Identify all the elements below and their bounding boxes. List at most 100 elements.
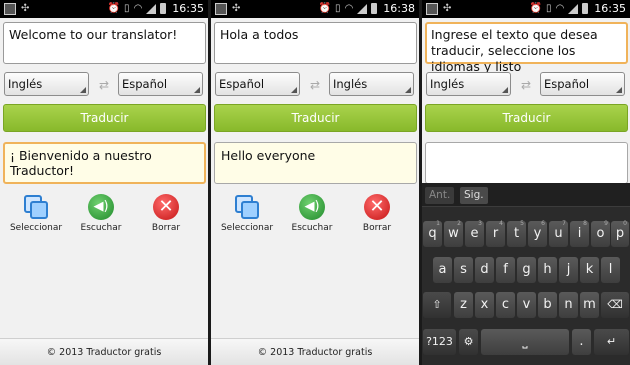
dropdown-corner-icon <box>616 87 622 93</box>
key-n[interactable]: n <box>559 292 578 318</box>
key-g[interactable]: g <box>517 257 536 283</box>
key-a[interactable]: a <box>433 257 452 283</box>
key-k[interactable]: k <box>580 257 599 283</box>
listen-button[interactable]: ◀) Escuchar <box>71 190 131 233</box>
shift-arrow-icon[interactable]: ⇧ <box>423 292 451 318</box>
translation-output[interactable]: ¡ Bienvenido a nuestro Traductor! <box>3 142 206 184</box>
source-language-label: Inglés <box>430 77 465 91</box>
delete-x-icon: ✕ <box>153 194 179 220</box>
translation-output[interactable]: Hello everyone <box>214 142 417 184</box>
key-d[interactable]: d <box>475 257 494 283</box>
symbols-mode-key[interactable]: ?123 <box>423 329 456 355</box>
status-bar: ✣ ⏰ ▯ ◠ 16:35 <box>0 0 208 18</box>
translator-screen-2: ✣ ⏰ ▯ ◠ 16:38 Hola a todos Español ⇄ Ing… <box>211 0 419 365</box>
key-w[interactable]: 2w <box>444 220 463 247</box>
alarm-icon: ⏰ <box>107 3 121 14</box>
key-row-2: a s d f g h j k l <box>422 257 630 285</box>
translation-output[interactable] <box>425 142 628 184</box>
source-text-input[interactable]: Ingrese el texto que desea traducir, sel… <box>425 22 628 74</box>
target-language-select[interactable]: Inglés <box>329 72 414 96</box>
clock: 16:38 <box>383 2 415 15</box>
gallery-notification-icon <box>215 3 227 15</box>
target-language-select[interactable]: Español <box>540 72 625 96</box>
key-e[interactable]: 3e <box>465 220 484 247</box>
action-bar: Seleccionar ◀) Escuchar ✕ Borrar <box>0 190 208 240</box>
dropdown-corner-icon <box>291 87 297 93</box>
key-z[interactable]: z <box>454 292 473 318</box>
signal-icon <box>568 3 579 14</box>
swap-arrows-icon[interactable]: ⇄ <box>307 78 323 92</box>
clock: 16:35 <box>172 2 204 15</box>
battery-icon <box>582 3 589 14</box>
source-language-label: Inglés <box>8 77 43 91</box>
speaker-icon: ◀) <box>88 194 114 220</box>
key-m[interactable]: m <box>580 292 599 318</box>
language-selector-row: Español ⇄ Inglés <box>214 72 417 98</box>
previous-field-button[interactable]: Ant. <box>425 187 455 204</box>
key-y[interactable]: 6y <box>528 220 547 247</box>
listen-button[interactable]: ◀) Escuchar <box>282 190 342 233</box>
select-button[interactable]: Seleccionar <box>217 190 277 233</box>
signal-icon <box>357 3 368 14</box>
vibrate-icon: ▯ <box>124 3 130 14</box>
clock: 16:35 <box>594 2 626 15</box>
key-s[interactable]: s <box>454 257 473 283</box>
translate-button[interactable]: Traducir <box>214 104 417 132</box>
key-j[interactable]: j <box>559 257 578 283</box>
translator-screen-3: ✣ ⏰ ▯ ◠ 16:35 Ingrese el texto que desea… <box>422 0 630 365</box>
translate-button[interactable]: Traducir <box>3 104 206 132</box>
listen-label: Escuchar <box>291 223 333 233</box>
wifi-icon: ◠ <box>344 3 354 14</box>
key-l[interactable]: l <box>601 257 620 283</box>
key-row-4: ?123 ⚙ ⎵ . ↵ <box>422 329 630 357</box>
key-i[interactable]: 8i <box>570 220 589 247</box>
copy-icon <box>23 194 49 220</box>
gear-icon[interactable]: ⚙ <box>459 329 478 355</box>
key-v[interactable]: v <box>517 292 536 318</box>
delete-button[interactable]: ✕ Borrar <box>136 190 196 233</box>
delete-button[interactable]: ✕ Borrar <box>347 190 407 233</box>
footer-copyright: © 2013 Traductor gratis <box>211 338 419 365</box>
backspace-icon[interactable]: ⌫ <box>601 292 629 318</box>
copy-icon <box>234 194 260 220</box>
key-row-3: ⇧ z x c v b n m ⌫ <box>422 292 630 320</box>
alarm-icon: ⏰ <box>318 3 332 14</box>
source-language-label: Español <box>219 77 265 91</box>
speaker-icon: ◀) <box>299 194 325 220</box>
key-x[interactable]: x <box>475 292 494 318</box>
target-language-select[interactable]: Español <box>118 72 203 96</box>
select-button[interactable]: Seleccionar <box>6 190 66 233</box>
language-selector-row: Inglés ⇄ Español <box>425 72 628 98</box>
source-language-select[interactable]: Inglés <box>426 72 511 96</box>
key-p[interactable]: 0p <box>611 220 629 247</box>
source-text-input[interactable]: Hola a todos <box>214 22 417 64</box>
usb-debug-icon: ✣ <box>232 3 241 14</box>
source-text-input[interactable]: Welcome to our translator! <box>3 22 206 64</box>
source-language-select[interactable]: Inglés <box>4 72 89 96</box>
signal-icon <box>146 3 157 14</box>
key-b[interactable]: b <box>538 292 557 318</box>
swap-arrows-icon[interactable]: ⇄ <box>518 78 534 92</box>
source-language-select[interactable]: Español <box>215 72 300 96</box>
gallery-notification-icon <box>426 3 438 15</box>
key-t[interactable]: 5t <box>507 220 526 247</box>
swap-arrows-icon[interactable]: ⇄ <box>96 78 112 92</box>
key-h[interactable]: h <box>538 257 557 283</box>
key-c[interactable]: c <box>496 292 515 318</box>
battery-icon <box>371 3 378 14</box>
space-bar-icon[interactable]: ⎵ <box>481 329 569 355</box>
translate-button[interactable]: Traducir <box>425 104 628 132</box>
select-label: Seleccionar <box>220 223 274 233</box>
key-period[interactable]: . <box>572 329 591 355</box>
key-o[interactable]: 9o <box>591 220 610 247</box>
key-u[interactable]: 7u <box>549 220 568 247</box>
language-selector-row: Inglés ⇄ Español <box>3 72 206 98</box>
alarm-icon: ⏰ <box>529 3 543 14</box>
usb-debug-icon: ✣ <box>21 3 30 14</box>
key-f[interactable]: f <box>496 257 515 283</box>
next-field-button[interactable]: Sig. <box>460 187 488 204</box>
screenshot-collage: ✣ ⏰ ▯ ◠ 16:35 Welcome to our translator!… <box>0 0 630 365</box>
enter-arrow-icon[interactable]: ↵ <box>594 329 629 355</box>
key-r[interactable]: 4r <box>486 220 505 247</box>
key-q[interactable]: 1q <box>423 220 442 247</box>
